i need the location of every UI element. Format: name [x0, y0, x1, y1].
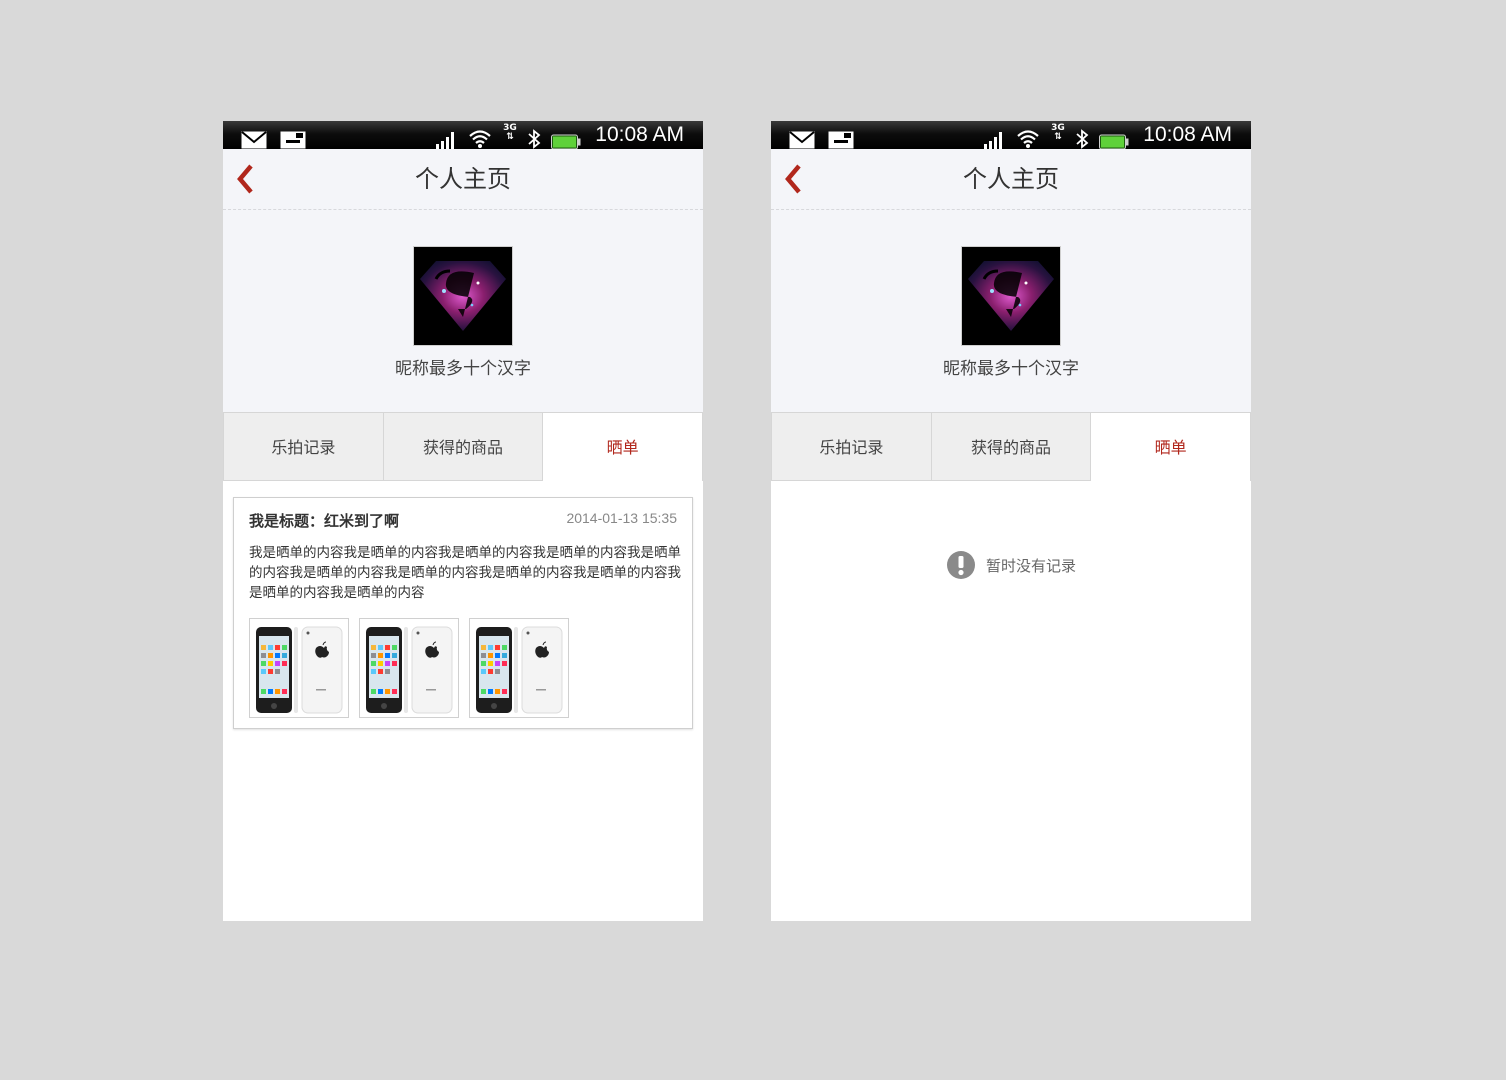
- tab-show-orders[interactable]: 晒单: [543, 412, 703, 481]
- profile-section: 昵称最多十个汉字: [223, 210, 703, 412]
- status-bar: 3G ⇅ 10:08 AM: [223, 121, 703, 150]
- profile-section: 昵称最多十个汉字: [771, 210, 1251, 412]
- avatar[interactable]: [961, 246, 1061, 346]
- tab-won-items[interactable]: 获得的商品: [931, 412, 1092, 481]
- exclamation-icon: [946, 551, 975, 579]
- empty-state: 暂时没有记录: [771, 549, 1251, 581]
- superman-logo-avatar: [414, 247, 512, 345]
- status-time: 10:08 AM: [1143, 123, 1232, 146]
- post-card[interactable]: 我是标题：红米到了啊 2014-01-13 15:35 我是晒单的内容我是晒单的…: [233, 497, 693, 729]
- status-bar: 3G ⇅ 10:08 AM: [771, 121, 1251, 150]
- phone-screen-with-post: 3G ⇅ 10:08 AM 个人主页 昵称最多十个汉字 乐拍记录 获得的商品 晒…: [223, 121, 703, 921]
- tab-bar: 乐拍记录 获得的商品 晒单: [223, 412, 703, 482]
- nickname: 昵称最多十个汉字: [395, 359, 531, 379]
- post-image[interactable]: [359, 618, 459, 718]
- post-image[interactable]: [249, 618, 349, 718]
- post-body: 我是晒单的内容我是晒单的内容我是晒单的内容我是晒单的内容我是晒单的内容我是晒单的…: [249, 545, 681, 601]
- status-time: 10:08 AM: [595, 123, 684, 146]
- superman-logo-avatar: [962, 247, 1060, 345]
- post-image[interactable]: [469, 618, 569, 718]
- network-3g-icon: 3G ⇅: [503, 123, 517, 142]
- post-timestamp: 2014-01-13 15:35: [566, 510, 677, 526]
- tab-won-items[interactable]: 获得的商品: [383, 412, 544, 481]
- tab-show-orders[interactable]: 晒单: [1091, 412, 1251, 481]
- empty-state-text: 暂时没有记录: [985, 556, 1076, 575]
- tab-bar: 乐拍记录 获得的商品 晒单: [771, 412, 1251, 482]
- header: 个人主页: [771, 149, 1251, 210]
- post-image-list: [249, 618, 579, 718]
- post-title: 我是标题：红米到了啊: [249, 512, 400, 530]
- avatar[interactable]: [413, 246, 513, 346]
- tab-auction-records[interactable]: 乐拍记录: [771, 412, 932, 481]
- header: 个人主页: [223, 149, 703, 210]
- nickname: 昵称最多十个汉字: [943, 359, 1079, 379]
- phone-screen-empty: 3G ⇅ 10:08 AM 个人主页 昵称最多十个汉字 乐拍记录 获得的商品 晒…: [771, 121, 1251, 921]
- phone-photo-icon: [476, 626, 563, 714]
- network-3g-icon: 3G ⇅: [1051, 123, 1065, 142]
- page-title: 个人主页: [963, 165, 1059, 193]
- phone-photo-icon: [366, 626, 453, 714]
- tab-auction-records[interactable]: 乐拍记录: [223, 412, 384, 481]
- page-title: 个人主页: [415, 165, 511, 193]
- phone-photo-icon: [256, 626, 343, 714]
